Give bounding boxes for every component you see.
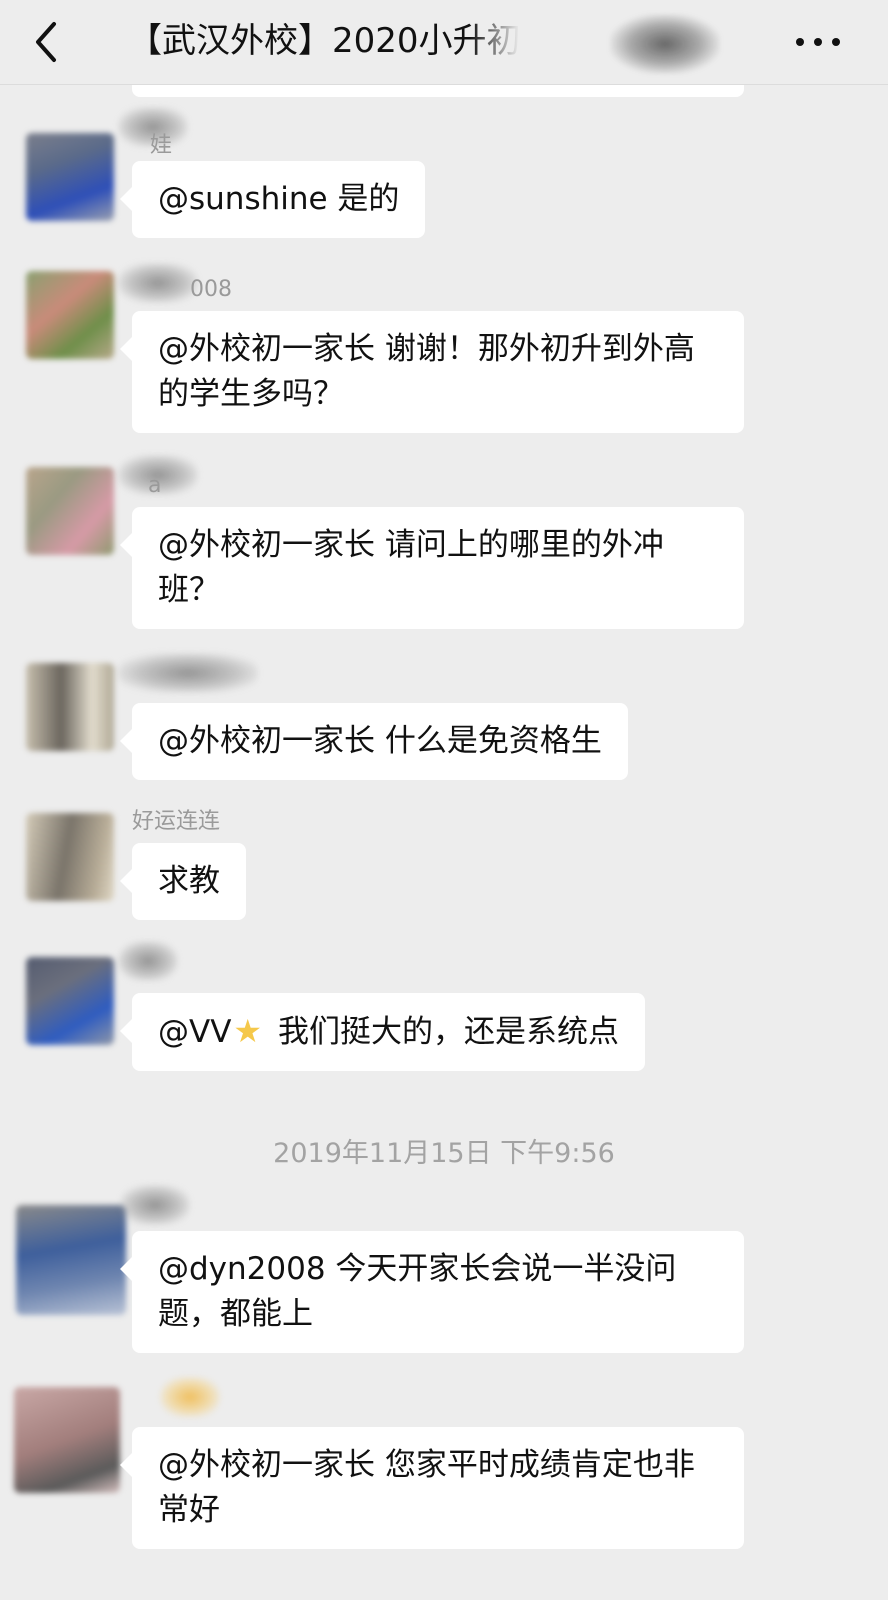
message-text: @sunshine 是的	[158, 181, 400, 217]
message-text-prefix: @VV	[158, 1014, 232, 1050]
sender-name: 娃	[150, 133, 173, 158]
chat-header: 【武汉外校】2020小升初	[0, 0, 888, 85]
chevron-left-icon	[20, 14, 76, 70]
message-bubble[interactable]: @外校初一家长 您家平时成绩肯定也非常好	[120, 1427, 744, 1549]
avatar[interactable]	[14, 1387, 120, 1493]
previous-message-bubble	[132, 85, 744, 97]
message-bubble[interactable]: @dyn2008 今天开家长会说一半没问题，都能上	[120, 1231, 744, 1353]
timestamp: 2019年11月15日 下午9:56	[273, 1138, 615, 1169]
avatar[interactable]	[16, 1205, 126, 1315]
message-text: @外校初一家长 您家平时成绩肯定也非常好	[158, 1447, 695, 1528]
sender-redaction	[118, 653, 258, 693]
sender-redaction	[160, 1377, 220, 1417]
sender-redaction	[118, 941, 178, 981]
message-bubble[interactable]: @sunshine 是的	[119, 161, 426, 238]
more-button[interactable]	[794, 22, 842, 62]
message-text: 求教	[158, 863, 220, 899]
avatar[interactable]	[26, 133, 114, 221]
message-bubble[interactable]: @VV★ 我们挺大的，还是系统点	[120, 993, 645, 1071]
message-bubble[interactable]: @外校初一家长 请问上的哪里的外冲班？	[120, 507, 744, 629]
message-bubble[interactable]: 求教	[120, 843, 246, 920]
avatar[interactable]	[26, 663, 114, 751]
chat-message-list[interactable]: 娃 @sunshine 是的 008 @外校初一家长 谢谢！那外初升到外高的学生…	[0, 85, 888, 1600]
sender-redaction	[120, 1185, 190, 1225]
back-button[interactable]	[20, 14, 76, 70]
avatar[interactable]	[26, 271, 114, 359]
message-text: @外校初一家长 请问上的哪里的外冲班？	[158, 527, 664, 608]
sender-name: 008	[190, 277, 232, 302]
message-bubble[interactable]: @外校初一家长 谢谢！那外初升到外高的学生多吗？	[120, 311, 744, 433]
message-text: 我们挺大的，还是系统点	[268, 1014, 619, 1050]
avatar[interactable]	[26, 467, 114, 555]
sender-redaction	[118, 263, 198, 303]
star-icon: ★	[233, 1012, 263, 1050]
message-bubble[interactable]: @外校初一家长 什么是免资格生	[120, 703, 628, 780]
avatar[interactable]	[26, 813, 114, 901]
message-text: @dyn2008 今天开家长会说一半没问题，都能上	[158, 1251, 677, 1332]
avatar[interactable]	[26, 957, 114, 1045]
message-text: @外校初一家长 什么是免资格生	[158, 723, 602, 759]
message-text: @外校初一家长 谢谢！那外初升到外高的学生多吗？	[158, 331, 695, 412]
sender-name: a	[148, 473, 162, 498]
sender-name: 好运连连	[132, 809, 221, 834]
title-scribble	[610, 14, 720, 74]
